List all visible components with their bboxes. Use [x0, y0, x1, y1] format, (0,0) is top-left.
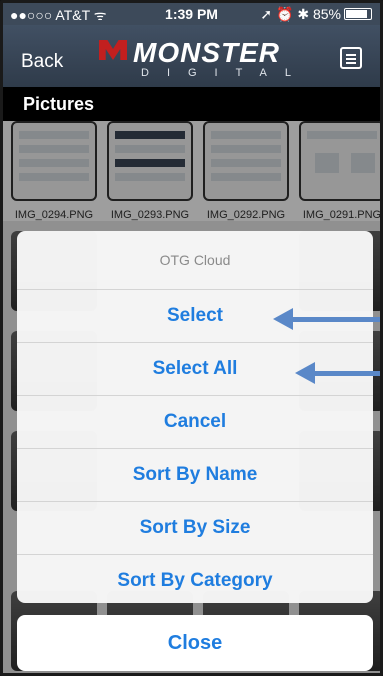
- close-button[interactable]: Close: [17, 615, 373, 671]
- status-right: ➚ ⏰ ✱ 85%: [260, 6, 372, 23]
- battery-icon: [344, 8, 372, 20]
- logo-subword: DIGITAL: [141, 67, 309, 79]
- page-title-bar: Pictures: [3, 87, 380, 121]
- logo-word: MONSTER: [133, 37, 280, 68]
- arrow-icon: [295, 362, 380, 384]
- monster-digital-logo: MONSTER DIGITAL: [99, 37, 299, 81]
- page-title: Pictures: [23, 94, 95, 114]
- phone-screen: ●●○○○ AT&T ᯤ 1:39 PM ➚ ⏰ ✱ 85% Back MONS…: [0, 0, 383, 676]
- back-button[interactable]: Back: [21, 51, 63, 73]
- sort-by-size-option[interactable]: Sort By Size: [17, 502, 373, 555]
- navigation-bar: Back MONSTER DIGITAL: [3, 25, 380, 87]
- list-menu-icon[interactable]: [340, 47, 362, 69]
- logo-mark-icon: [99, 40, 127, 60]
- sort-by-name-option[interactable]: Sort By Name: [17, 449, 373, 502]
- arrow-icon: [273, 308, 380, 330]
- sort-by-category-option[interactable]: Sort By Category: [17, 555, 373, 603]
- status-bar: ●●○○○ AT&T ᯤ 1:39 PM ➚ ⏰ ✱ 85%: [3, 3, 380, 25]
- select-all-option[interactable]: Select All: [17, 343, 373, 396]
- cancel-option[interactable]: Cancel: [17, 396, 373, 449]
- action-sheet: OTG Cloud Select Select All Cancel Sort …: [17, 231, 373, 603]
- action-sheet-title: OTG Cloud: [17, 231, 373, 290]
